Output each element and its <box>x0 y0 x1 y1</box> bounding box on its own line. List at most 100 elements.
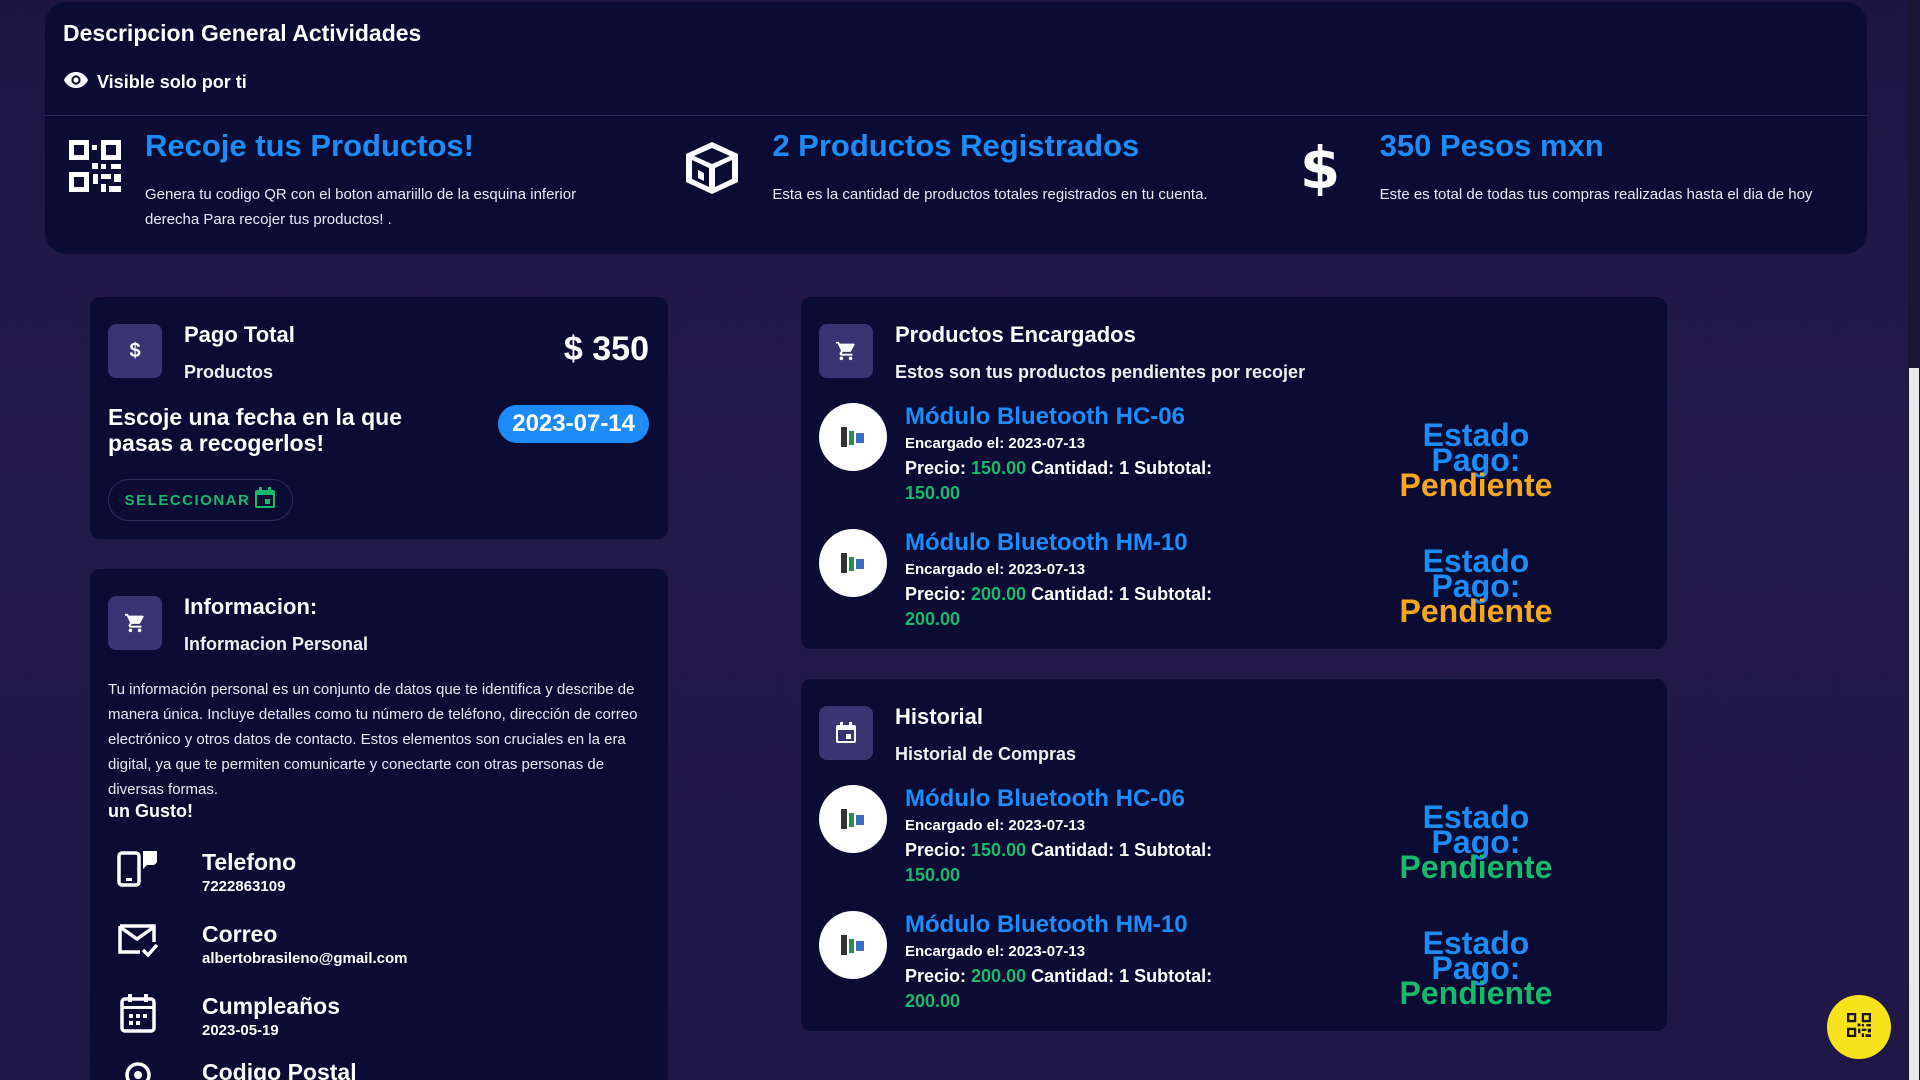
info-title: Informacion: <box>184 594 318 619</box>
mail-icon <box>108 921 168 959</box>
contact-title: Cumpleaños <box>202 993 341 1019</box>
generate-qr-button[interactable] <box>1827 995 1891 1059</box>
info-description: Tu información personal es un conjunto d… <box>108 681 638 798</box>
payment-card: $ Pago Total Productos $ 350 Escoje una … <box>90 297 668 539</box>
product-thumbnail <box>819 911 887 979</box>
product-thumbnail <box>819 529 887 597</box>
contact-value: 7222863109 <box>202 878 286 895</box>
location-icon <box>108 1059 168 1080</box>
overview-item-total: $ 350 Pesos mxn Este es total de todas t… <box>1260 116 1867 254</box>
contact-phone: Telefono 7222863109 <box>108 849 296 895</box>
product-price: 200.00 <box>971 966 1027 986</box>
payment-amount: $ 350 <box>563 330 649 368</box>
status-label: Estado Pago: <box>1422 543 1530 604</box>
status-label: Estado Pago: <box>1422 925 1530 986</box>
status-badge: Pendiente <box>1399 593 1553 629</box>
purchase-history-card: Historial Historial de Compras Módulo Bl… <box>801 679 1667 1031</box>
product-name[interactable]: Módulo Bluetooth HC-06 <box>905 403 1225 431</box>
info-closing: un Gusto! <box>108 801 193 821</box>
dollar-icon: $ <box>1284 128 1356 200</box>
contact-email: Correo albertobrasileno@gmail.com <box>108 921 408 967</box>
overview-item-desc: Este es total de todas tus compras reali… <box>1379 186 1813 203</box>
payment-subtitle: Productos <box>184 362 274 382</box>
calendar-icon <box>108 993 168 1033</box>
list-item[interactable]: Módulo Bluetooth HC-06 Encargado el: 202… <box>819 785 1225 888</box>
calendar-icon <box>254 487 276 513</box>
box-icon <box>676 128 748 200</box>
overview-title: Descripcion General Actividades <box>63 20 422 46</box>
product-name[interactable]: Módulo Bluetooth HM-10 <box>905 529 1225 557</box>
payment-status: Estado Pago: Pendiente <box>1376 417 1576 503</box>
product-name[interactable]: Módulo Bluetooth HM-10 <box>905 911 1225 939</box>
payment-status: Estado Pago: Pendiente <box>1376 543 1576 629</box>
product-subtotal: 150.00 <box>905 865 961 885</box>
phone-icon <box>108 849 168 887</box>
product-subtotal: 200.00 <box>905 609 961 629</box>
payment-status: Estado Pago: Pendiente <box>1376 925 1576 1011</box>
product-price-line: Precio: 200.00 Cantidad: 1 Subtotal: 200.… <box>905 966 1213 1011</box>
visibility-note: Visible solo por ti <box>63 71 1849 94</box>
overview-item-title: 350 Pesos mxn <box>1379 128 1604 163</box>
list-item[interactable]: Módulo Bluetooth HM-10 Encargado el: 202… <box>819 529 1225 632</box>
contact-value: 2023-05-19 <box>202 1022 279 1039</box>
cart-icon <box>819 324 873 378</box>
history-subtitle: Historial de Compras <box>895 744 1077 764</box>
svg-text:$: $ <box>1303 140 1337 196</box>
product-order-date: Encargado el: 2023-07-13 <box>905 817 1086 834</box>
product-price-line: Precio: 200.00 Cantidad: 1 Subtotal: 200.… <box>905 584 1213 629</box>
overview-item-desc: Genera tu codigo QR con el boton amariil… <box>145 186 577 228</box>
product-price: 200.00 <box>971 584 1027 604</box>
product-thumbnail <box>819 403 887 471</box>
overview-item-desc: Esta es la cantidad de productos totales… <box>772 186 1208 203</box>
status-label: Estado Pago: <box>1422 799 1530 860</box>
contact-title: Telefono <box>202 849 297 875</box>
selected-date-badge: 2023-07-14 <box>498 405 649 443</box>
cart-icon <box>108 596 162 650</box>
status-badge: Pendiente <box>1399 467 1553 503</box>
overview-item-pickup: Recoje tus Productos! Genera tu codigo Q… <box>45 116 652 254</box>
info-subtitle: Informacion Personal <box>184 634 369 654</box>
product-order-date: Encargado el: 2023-07-13 <box>905 561 1086 578</box>
scrollbar-thumb[interactable] <box>1909 368 1919 1080</box>
pending-orders-card: Productos Encargados Estos son tus produ… <box>801 297 1667 649</box>
dollar-icon: $ <box>108 324 162 378</box>
contact-birthday: Cumpleaños 2023-05-19 <box>108 993 340 1039</box>
product-subtotal: 150.00 <box>905 483 961 503</box>
product-order-date: Encargado el: 2023-07-13 <box>905 435 1086 452</box>
contact-title: Codigo Postal <box>202 1059 357 1080</box>
status-badge: Pendiente <box>1399 975 1553 1011</box>
overview-item-products: 2 Productos Registrados Esta es la canti… <box>652 116 1259 254</box>
product-name[interactable]: Módulo Bluetooth HC-06 <box>905 785 1225 813</box>
calendar-icon <box>819 706 873 760</box>
select-date-button[interactable]: SELECCIONAR <box>108 479 293 521</box>
list-item[interactable]: Módulo Bluetooth HC-06 Encargado el: 202… <box>819 403 1225 506</box>
product-thumbnail <box>819 785 887 853</box>
scrollbar-track[interactable] <box>1908 0 1920 1080</box>
qr-code-icon <box>1847 1012 1871 1042</box>
overview-panel: Descripcion General Actividades Visible … <box>45 2 1867 254</box>
orders-title: Productos Encargados <box>895 322 1136 347</box>
contact-title: Correo <box>202 921 278 947</box>
visibility-label: Visible solo por ti <box>97 72 247 92</box>
status-badge: Pendiente <box>1399 849 1553 885</box>
status-label: Estado Pago: <box>1422 417 1530 478</box>
list-item[interactable]: Módulo Bluetooth HM-10 Encargado el: 202… <box>819 911 1225 1014</box>
qr-code-icon <box>69 128 121 200</box>
overview-item-title: Recoje tus Productos! <box>145 128 474 163</box>
product-price: 150.00 <box>971 458 1027 478</box>
select-date-label: SELECCIONAR <box>124 491 251 509</box>
contact-postal-code: Codigo Postal <box>108 1059 357 1080</box>
product-price: 150.00 <box>971 840 1027 860</box>
contact-value: albertobrasileno@gmail.com <box>202 950 408 967</box>
product-order-date: Encargado el: 2023-07-13 <box>905 943 1086 960</box>
pickup-question: Escoje una fecha en la que pasas a recog… <box>108 404 402 456</box>
product-price-line: Precio: 150.00 Cantidad: 1 Subtotal: 150.… <box>905 458 1213 503</box>
overview-item-title: 2 Productos Registrados <box>772 128 1140 163</box>
payment-status: Estado Pago: Pendiente <box>1376 799 1576 885</box>
orders-subtitle: Estos son tus productos pendientes por r… <box>895 362 1306 382</box>
product-price-line: Precio: 150.00 Cantidad: 1 Subtotal: 150.… <box>905 840 1213 885</box>
product-subtotal: 200.00 <box>905 991 961 1011</box>
eye-icon <box>63 71 89 94</box>
personal-info-card: Informacion: Informacion Personal Tu inf… <box>90 569 668 1080</box>
history-title: Historial <box>895 704 984 729</box>
